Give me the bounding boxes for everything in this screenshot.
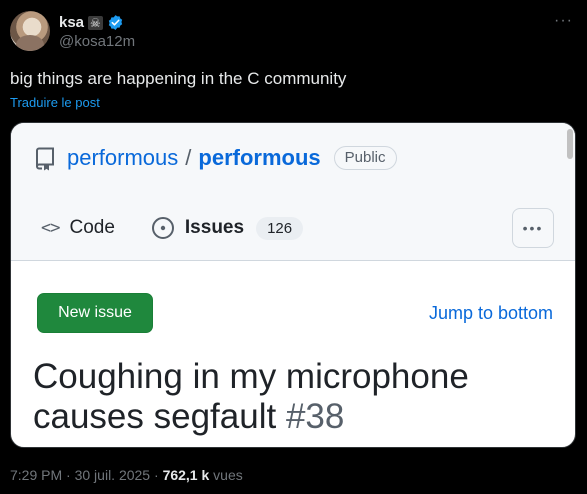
avatar[interactable]: [10, 11, 50, 51]
views-count: 762,1 k: [162, 467, 210, 483]
views-label: vues: [213, 467, 243, 483]
repo-icon: [36, 147, 54, 171]
tab-issues-label: Issues: [184, 217, 245, 238]
user-handle[interactable]: @kosa12m: [59, 33, 135, 50]
new-issue-button[interactable]: New issue: [37, 293, 153, 333]
issue-title: Coughing in my microphone causes segfaul…: [33, 357, 553, 437]
translate-post-link[interactable]: Traduire le post: [10, 95, 100, 110]
meta-separator: ·: [154, 467, 159, 483]
author-name-row[interactable]: ksa ☠: [59, 14, 124, 31]
repo-name-link[interactable]: performous: [198, 145, 320, 171]
skull-crossbones-icon: ☠: [88, 15, 103, 30]
post-time[interactable]: 7:29 PM: [10, 467, 62, 483]
display-name[interactable]: ksa: [59, 14, 84, 31]
github-repo-header: performous / performous Public <> Code I…: [11, 123, 575, 261]
tweet-text: big things are happening in the C commun…: [10, 69, 347, 88]
tab-code[interactable]: <> Code: [41, 217, 115, 239]
issues-counter: 126: [256, 216, 304, 240]
tab-code-label: Code: [69, 217, 115, 238]
attached-image[interactable]: performous / performous Public <> Code I…: [10, 122, 576, 448]
meta-separator: ·: [66, 467, 71, 483]
repo-path: performous / performous Public: [67, 145, 397, 171]
verified-badge-icon: [108, 15, 122, 30]
issue-number: #38: [285, 397, 345, 436]
kebab-menu-button[interactable]: •••: [512, 208, 554, 248]
visibility-badge: Public: [333, 146, 397, 170]
post-date[interactable]: 30 juil. 2025: [75, 467, 151, 483]
repo-separator: /: [185, 145, 192, 170]
more-options-icon[interactable]: ···: [554, 12, 573, 30]
repo-tabs: <> Code Issues 126: [41, 216, 304, 240]
issue-opened-icon: [151, 217, 174, 239]
scrollbar[interactable]: [567, 129, 573, 159]
code-icon: <>: [41, 218, 61, 238]
issue-title-text: Coughing in my microphone causes segfaul…: [33, 357, 469, 436]
post-metadata: 7:29 PM · 30 juil. 2025 · 762,1 k vues: [10, 467, 243, 483]
jump-to-bottom-link[interactable]: Jump to bottom: [429, 303, 553, 324]
repo-owner-link[interactable]: performous: [67, 145, 178, 171]
tab-issues[interactable]: Issues 126: [151, 216, 304, 240]
